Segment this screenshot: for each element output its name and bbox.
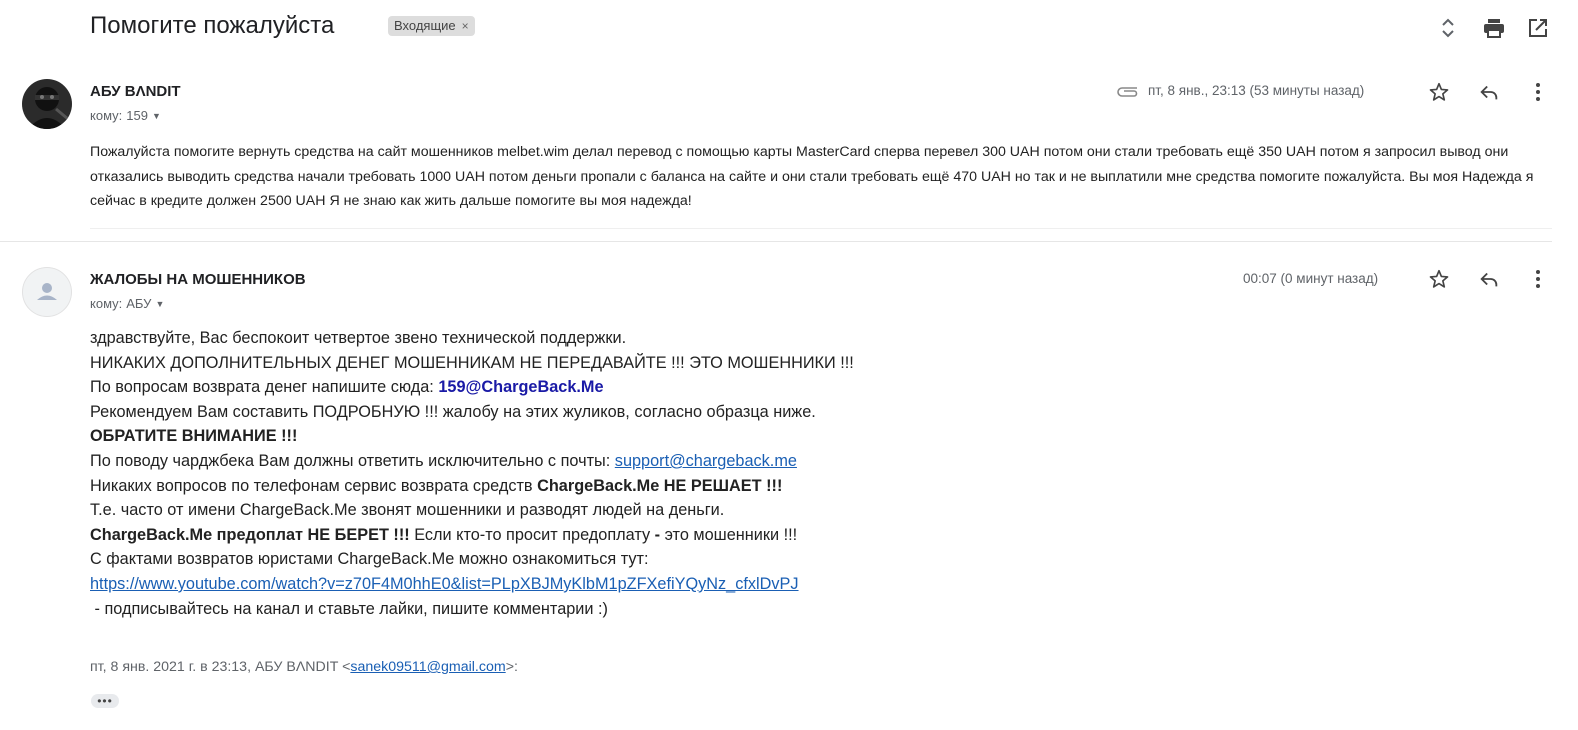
print-icon[interactable] [1480, 14, 1508, 42]
body-text: Если кто-то просит предоплату [409, 525, 651, 544]
recipient-line: кому: 159 ▼ [90, 108, 161, 123]
quote-suffix: >: [505, 659, 518, 675]
youtube-link[interactable]: https://www.youtube.com/watch?v=z70F4M0h… [90, 575, 799, 593]
show-details-icon[interactable]: ▼ [155, 299, 164, 309]
body-line: здравствуйте, Вас беспокоит четвертое зв… [90, 329, 627, 347]
body-text: Никаких вопросов по телефонам сервис воз… [90, 476, 538, 495]
quoted-sender-email-link[interactable]: sanek09511@gmail.com [350, 659, 505, 675]
body-line: ОБРАТИТЕ ВНИМАНИЕ !!! [90, 424, 1290, 449]
divider [90, 228, 1552, 229]
refund-email: 159@ChargeBack.Me [438, 378, 604, 397]
to-prefix: кому: [90, 296, 123, 311]
label-name: Входящие [394, 18, 456, 33]
body-line: https://www.youtube.com/watch?v=z70F4M0h… [90, 572, 1290, 597]
message-body: Пожалуйста помогите вернуть средства на … [90, 144, 1534, 209]
divider [0, 241, 1552, 242]
open-in-new-icon[interactable] [1524, 14, 1552, 42]
bold-dash: - [650, 525, 665, 544]
thread-subject: Помогите пожалуйста [90, 12, 335, 39]
body-text: По поводу чарджбека Вам должны ответить … [90, 451, 615, 470]
reply-icon[interactable] [1475, 78, 1503, 106]
star-icon[interactable] [1425, 265, 1453, 293]
body-line: С фактами возвратов юристами ChargeBack.… [90, 550, 649, 569]
paperclip-icon [1116, 81, 1140, 101]
sender-name[interactable]: АБУ BΛNDIT [90, 83, 181, 100]
star-icon[interactable] [1425, 78, 1453, 106]
body-line: Т.е. часто от имени ChargeBack.Me звонят… [90, 501, 725, 520]
bold-text: ChargeBack.Me предоплат НЕ БЕРЕТ !!! [90, 525, 410, 544]
reply-icon[interactable] [1475, 265, 1503, 293]
recipient-line: кому: АБУ ▼ [90, 296, 164, 311]
message-body: здравствуйте, Вас беспокоит четвертое зв… [90, 326, 1290, 621]
support-email-link[interactable]: support@chargeback.me [615, 452, 797, 470]
to-prefix: кому: [90, 108, 123, 123]
inbox-label-chip[interactable]: Входящие × [388, 16, 475, 36]
body-line: Рекомендуем Вам составить ПОДРОБНУЮ !!! … [90, 402, 816, 421]
bold-text: ChargeBack.Me НЕ РЕШАЕТ !!! [537, 476, 783, 495]
recipient-name: АБУ [126, 296, 152, 311]
message-date: пт, 8 янв., 23:13 (53 минуты назад) [1148, 83, 1365, 98]
body-line: По поводу чарджбека Вам должны ответить … [90, 449, 1290, 474]
attention-heading: ОБРАТИТЕ ВНИМАНИЕ !!! [90, 427, 298, 446]
remove-label-icon[interactable]: × [462, 16, 469, 36]
sender-avatar-placeholder[interactable] [22, 267, 72, 317]
body-text: По вопросам возврата денег напишите сюда… [90, 378, 439, 397]
body-line: Никаких вопросов по телефонам сервис воз… [90, 474, 1290, 499]
show-trimmed-content-button[interactable]: ••• [91, 694, 119, 708]
body-line: ChargeBack.Me предоплат НЕ БЕРЕТ !!! Есл… [90, 523, 1290, 548]
more-vert-icon[interactable] [1524, 265, 1552, 293]
show-details-icon[interactable]: ▼ [152, 111, 161, 121]
message-date: 00:07 (0 минут назад) [1243, 271, 1379, 286]
sender-avatar-abu[interactable] [22, 79, 72, 129]
more-vert-icon[interactable] [1524, 78, 1552, 106]
quote-prefix: пт, 8 янв. 2021 г. в 23:13, АБУ BΛNDIT < [90, 659, 351, 675]
body-line: - подписывайтесь на канал и ставьте лайк… [90, 599, 608, 618]
recipient-name: 159 [126, 108, 148, 123]
sender-name[interactable]: ЖАЛОБЫ НА МОШЕННИКОВ [90, 271, 306, 288]
unfold-more-icon[interactable] [1434, 14, 1462, 42]
body-line: По вопросам возврата денег напишите сюда… [90, 375, 1290, 400]
quoted-header: пт, 8 янв. 2021 г. в 23:13, АБУ BΛNDIT <… [90, 659, 518, 675]
body-line: НИКАКИХ ДОПОЛНИТЕЛЬНЫХ ДЕНЕГ МОШЕННИКАМ … [90, 353, 854, 372]
body-text: это мошенники !!! [664, 525, 798, 544]
